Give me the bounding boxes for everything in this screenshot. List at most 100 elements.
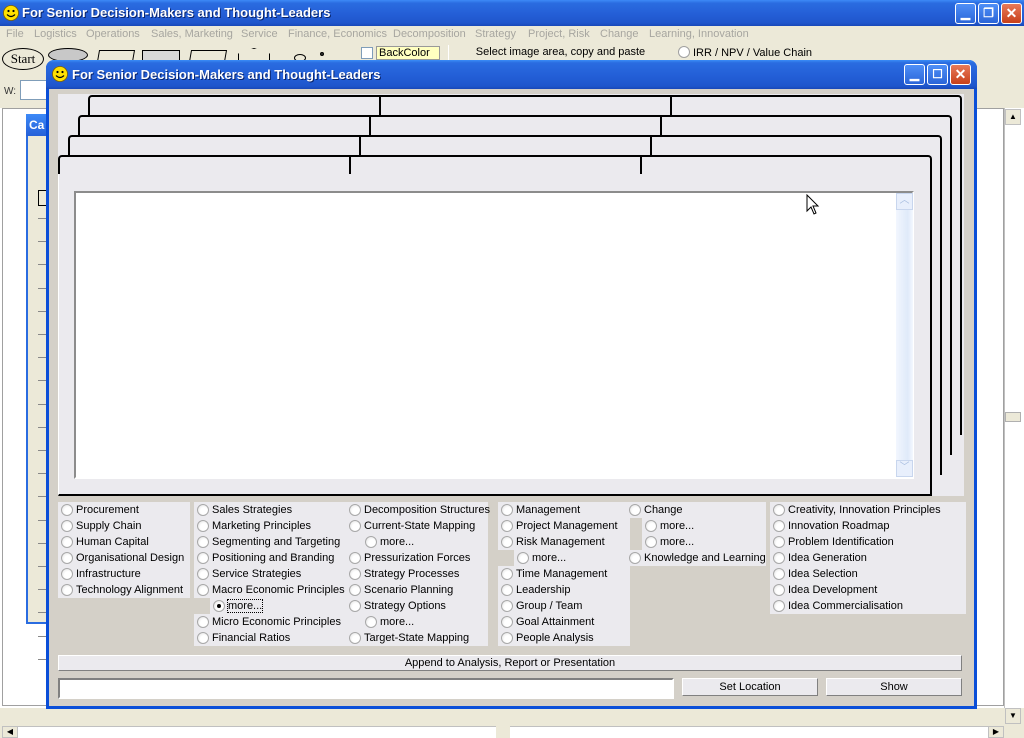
radio-unchecked-icon[interactable] [773,552,785,564]
select-image-area-button[interactable]: Select image area, copy and paste [448,45,672,61]
radio-unchecked-icon[interactable] [645,520,657,532]
dialog-minimize-button[interactable]: ▁ [904,64,925,85]
radio-unchecked-icon[interactable] [501,616,513,628]
tab-r4-3[interactable] [672,97,960,113]
tab-r2-3[interactable] [652,137,940,153]
radio-option[interactable]: People Analysis [498,630,630,646]
radio-unchecked-icon[interactable] [197,568,209,580]
radio-option[interactable]: Decomposition Structures [346,502,490,518]
horizontal-scrollbar-left[interactable] [2,726,496,738]
radio-option[interactable]: Risk Management [498,534,630,550]
radio-option[interactable]: Procurement [58,502,190,518]
radio-option[interactable]: Infrastructure [58,566,190,582]
horizontal-scrollbar-right[interactable] [510,726,1004,738]
radio-unchecked-icon[interactable] [501,568,513,580]
radio-option[interactable]: Current-State Mapping [346,518,488,534]
radio-option[interactable]: Target-State Mapping [346,630,488,646]
tab-r3-3[interactable] [662,117,950,133]
radio-unchecked-icon[interactable] [501,600,513,612]
radio-option[interactable]: more... [514,550,630,566]
tab-r1-1[interactable] [60,157,348,173]
chevron-up-icon[interactable]: ︿ [896,193,913,210]
radio-unchecked-icon[interactable] [773,600,785,612]
outer-minimize-button[interactable]: ▁ [955,3,976,24]
menu-decomposition[interactable]: Decomposition [393,28,466,40]
append-button[interactable]: Append to Analysis, Report or Presentati… [58,655,962,671]
outer-close-button[interactable]: ✕ [1001,3,1022,24]
outer-restore-button[interactable]: ❐ [978,3,999,24]
radio-unchecked-icon[interactable] [61,584,73,596]
shape-point-tool[interactable] [320,52,324,56]
radio-unchecked-icon[interactable] [349,520,361,532]
tab-r1-3-selected[interactable] [642,157,930,173]
radio-unchecked-icon[interactable] [645,536,657,548]
radio-option[interactable]: more... [362,534,488,550]
radio-option[interactable]: Idea Selection [770,566,966,582]
tab-r2-2[interactable] [361,137,649,153]
set-location-button[interactable]: Set Location [682,678,818,696]
radio-option[interactable]: Pressurization Forces [346,550,488,566]
radio-option[interactable]: Technology Alignment [58,582,190,598]
radio-option[interactable]: Supply Chain [58,518,190,534]
radio-option[interactable]: Innovation Roadmap [770,518,966,534]
radio-option[interactable]: Human Capital [58,534,190,550]
radio-unchecked-icon[interactable] [501,584,513,596]
radio-unchecked-icon[interactable] [517,552,529,564]
radio-option[interactable]: Project Management [498,518,630,534]
radio-option[interactable]: Goal Attainment [498,614,630,630]
radio-unchecked-icon[interactable] [349,600,361,612]
radio-unchecked-icon[interactable] [61,552,73,564]
radio-unchecked-icon[interactable] [501,536,513,548]
menu-service[interactable]: Service [241,28,278,40]
textarea-scrollbar[interactable] [896,193,913,477]
irr-npv-radio[interactable]: IRR / NPV / Value Chain [678,46,812,59]
menu-finance-economics[interactable]: Finance, Economics [288,28,387,40]
radio-unchecked-icon[interactable] [61,536,73,548]
radio-unchecked-icon[interactable] [349,504,361,516]
radio-option[interactable]: Idea Generation [770,550,966,566]
radio-unchecked-icon[interactable] [349,584,361,596]
radio-unchecked-icon[interactable] [197,520,209,532]
radio-unchecked-icon[interactable] [197,504,209,516]
menu-file[interactable]: File [6,28,24,40]
radio-option[interactable]: Change [626,502,766,518]
radio-unchecked-icon[interactable] [61,520,73,532]
radio-checked-icon[interactable] [213,600,225,612]
radio-unchecked-icon[interactable] [197,536,209,548]
radio-option[interactable]: Idea Commercialisation [770,598,966,614]
content-textarea[interactable] [74,191,914,479]
tab-r4-1[interactable] [90,97,378,113]
location-input[interactable] [58,678,674,699]
radio-option[interactable]: Management [498,502,630,518]
tab-r4-2[interactable] [381,97,669,113]
radio-option[interactable]: Strategy Processes [346,566,488,582]
chevron-down-icon[interactable]: ﹀ [896,460,913,477]
dialog-maximize-button[interactable]: ☐ [927,64,948,85]
scroll-up-arrow-icon[interactable]: ▲ [1005,109,1021,125]
radio-unchecked-icon[interactable] [365,536,377,548]
radio-option[interactable]: more... [642,534,766,550]
radio-option[interactable]: Leadership [498,582,630,598]
radio-option[interactable]: Strategy Options [346,598,488,614]
radio-unchecked-icon[interactable] [61,568,73,580]
menu-operations[interactable]: Operations [86,28,140,40]
radio-unchecked-icon[interactable] [349,632,361,644]
menu-project-risk[interactable]: Project, Risk [528,28,590,40]
dialog-close-button[interactable]: ✕ [950,64,971,85]
radio-unchecked-icon[interactable] [501,632,513,644]
radio-option[interactable]: Creativity, Innovation Principles [770,502,966,518]
menu-change[interactable]: Change [600,28,639,40]
menu-learning-innovation[interactable]: Learning, Innovation [649,28,749,40]
tab-r3-2[interactable] [371,117,659,133]
background-scroll-thumb[interactable] [1005,412,1021,422]
menu-strategy[interactable]: Strategy [475,28,516,40]
radio-unchecked-icon[interactable] [501,520,513,532]
menu-sales-marketing[interactable]: Sales, Marketing [151,28,233,40]
radio-unchecked-icon[interactable] [773,584,785,596]
show-button[interactable]: Show [826,678,962,696]
radio-option[interactable]: Time Management [498,566,630,582]
radio-unchecked-icon[interactable] [349,552,361,564]
start-button[interactable]: Start [2,48,44,70]
radio-option[interactable]: more... [642,518,766,534]
radio-option[interactable]: Organisational Design [58,550,190,566]
